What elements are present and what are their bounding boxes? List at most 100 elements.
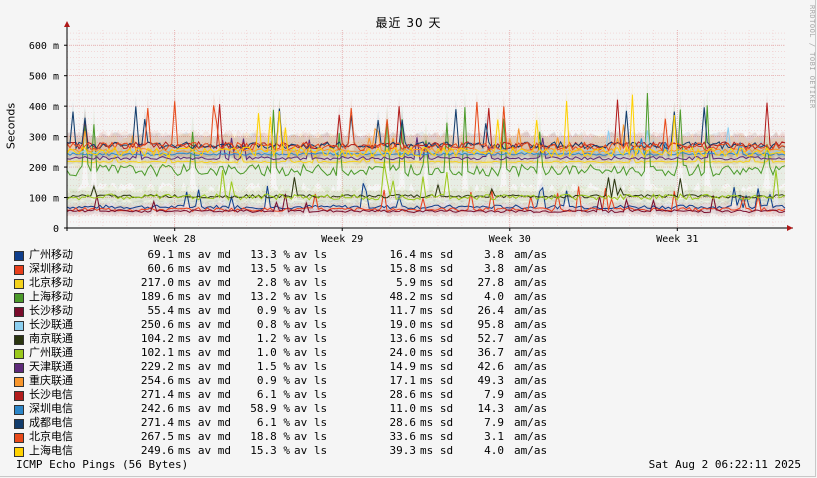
median-unit: ms av md <box>178 248 231 261</box>
loss-unit: av ls <box>294 374 328 387</box>
sd-unit: ms sd <box>420 360 454 373</box>
median-value: 60.6 <box>147 262 175 275</box>
loss-value: 6.1 % <box>256 388 290 401</box>
amas-unit: am/as <box>514 332 548 345</box>
loss-value: 0.9 % <box>256 304 290 317</box>
loss-value: 13.2 % <box>250 290 290 303</box>
loss-unit: av ls <box>294 276 328 289</box>
sd-value: 5.9 <box>396 276 416 289</box>
legend-swatch <box>14 321 24 331</box>
amas-unit: am/as <box>514 304 548 317</box>
amas-value: 42.6 <box>477 360 505 373</box>
x-tick-label: Week 30 <box>489 234 531 245</box>
median-value: 102.1 <box>140 346 174 359</box>
x-tick-label: Week 31 <box>656 234 698 245</box>
sd-unit: ms sd <box>420 290 454 303</box>
amas-value: 3.1 <box>484 430 504 443</box>
median-value: 189.6 <box>140 290 174 303</box>
amas-value: 27.8 <box>477 276 505 289</box>
amas-value: 49.3 <box>477 374 505 387</box>
sd-unit: ms sd <box>420 430 454 443</box>
median-unit: ms av md <box>178 346 231 359</box>
amas-unit: am/as <box>514 416 548 429</box>
sd-value: 11.0 <box>389 402 417 415</box>
amas-unit: am/as <box>514 430 548 443</box>
median-unit: ms av md <box>178 332 231 345</box>
amas-value: 4.0 <box>484 444 504 457</box>
y-tick-label: 300 m <box>29 133 59 144</box>
legend-swatch <box>14 251 24 261</box>
amas-unit: am/as <box>514 248 548 261</box>
loss-unit: av ls <box>294 346 328 359</box>
x-axis-arrow <box>787 225 793 231</box>
y-tick-label: 200 m <box>29 163 59 174</box>
loss-value: 2.8 % <box>256 276 290 289</box>
median-unit: ms av md <box>178 430 231 443</box>
footer-timestamp: Sat Aug 2 06:22:11 2025 <box>648 458 801 471</box>
legend-swatch <box>14 377 24 387</box>
median-value: 69.1 <box>147 248 175 261</box>
amas-unit: am/as <box>514 262 548 275</box>
legend-series-name: 上海电信 <box>29 444 73 457</box>
legend-swatch <box>14 293 24 303</box>
loss-unit: av ls <box>294 318 328 331</box>
median-unit: ms av md <box>178 416 231 429</box>
amas-unit: am/as <box>514 444 548 457</box>
loss-unit: av ls <box>294 430 328 443</box>
amas-value: 3.8 <box>484 262 504 275</box>
sd-value: 16.4 <box>389 248 417 261</box>
loss-unit: av ls <box>294 332 328 345</box>
legend-series-name: 天津联通 <box>29 360 73 373</box>
loss-unit: av ls <box>294 262 328 275</box>
sd-value: 28.6 <box>389 388 417 401</box>
footer-probe: ICMP Echo Pings (56 Bytes) <box>16 458 189 471</box>
median-unit: ms av md <box>178 304 231 317</box>
legend-swatch <box>14 265 24 275</box>
legend-series-name: 北京移动 <box>29 276 73 289</box>
loss-value: 58.9 % <box>250 402 290 415</box>
legend-swatch <box>14 363 24 373</box>
legend-swatch <box>14 405 24 415</box>
median-unit: ms av md <box>178 318 231 331</box>
legend-swatch <box>14 391 24 401</box>
legend-series-name: 长沙电信 <box>29 388 73 401</box>
sd-value: 13.6 <box>389 332 417 345</box>
amas-unit: am/as <box>514 360 548 373</box>
loss-value: 15.3 % <box>250 444 290 457</box>
median-value: 254.6 <box>140 374 174 387</box>
y-tick-label: 0 <box>53 224 59 235</box>
sd-unit: ms sd <box>420 318 454 331</box>
sd-unit: ms sd <box>420 388 454 401</box>
loss-value: 0.9 % <box>256 374 290 387</box>
y-tick-label: 400 m <box>29 102 59 113</box>
legend-swatch <box>14 349 24 359</box>
legend-swatch <box>14 279 24 289</box>
median-unit: ms av md <box>178 360 231 373</box>
amas-value: 4.0 <box>484 290 504 303</box>
loss-unit: av ls <box>294 416 328 429</box>
legend-series-name: 深圳电信 <box>29 402 73 415</box>
sd-unit: ms sd <box>420 262 454 275</box>
amas-value: 52.7 <box>477 332 505 345</box>
loss-value: 1.2 % <box>256 332 290 345</box>
sd-unit: ms sd <box>420 276 454 289</box>
loss-unit: av ls <box>294 388 328 401</box>
sd-unit: ms sd <box>420 402 454 415</box>
amas-value: 14.3 <box>477 402 505 415</box>
legend-swatch <box>14 433 24 443</box>
median-value: 104.2 <box>140 332 174 345</box>
median-value: 250.6 <box>140 318 174 331</box>
median-value: 271.4 <box>140 388 174 401</box>
sd-unit: ms sd <box>420 416 454 429</box>
legend-swatch <box>14 307 24 317</box>
y-axis-arrow <box>64 21 70 27</box>
loss-value: 13.3 % <box>250 248 290 261</box>
legend-swatch <box>14 335 24 345</box>
legend-series-name: 北京电信 <box>29 430 73 443</box>
loss-unit: av ls <box>294 290 328 303</box>
sd-unit: ms sd <box>420 374 454 387</box>
sd-value: 14.9 <box>389 360 417 373</box>
loss-unit: av ls <box>294 402 328 415</box>
amas-unit: am/as <box>514 346 548 359</box>
median-unit: ms av md <box>178 388 231 401</box>
